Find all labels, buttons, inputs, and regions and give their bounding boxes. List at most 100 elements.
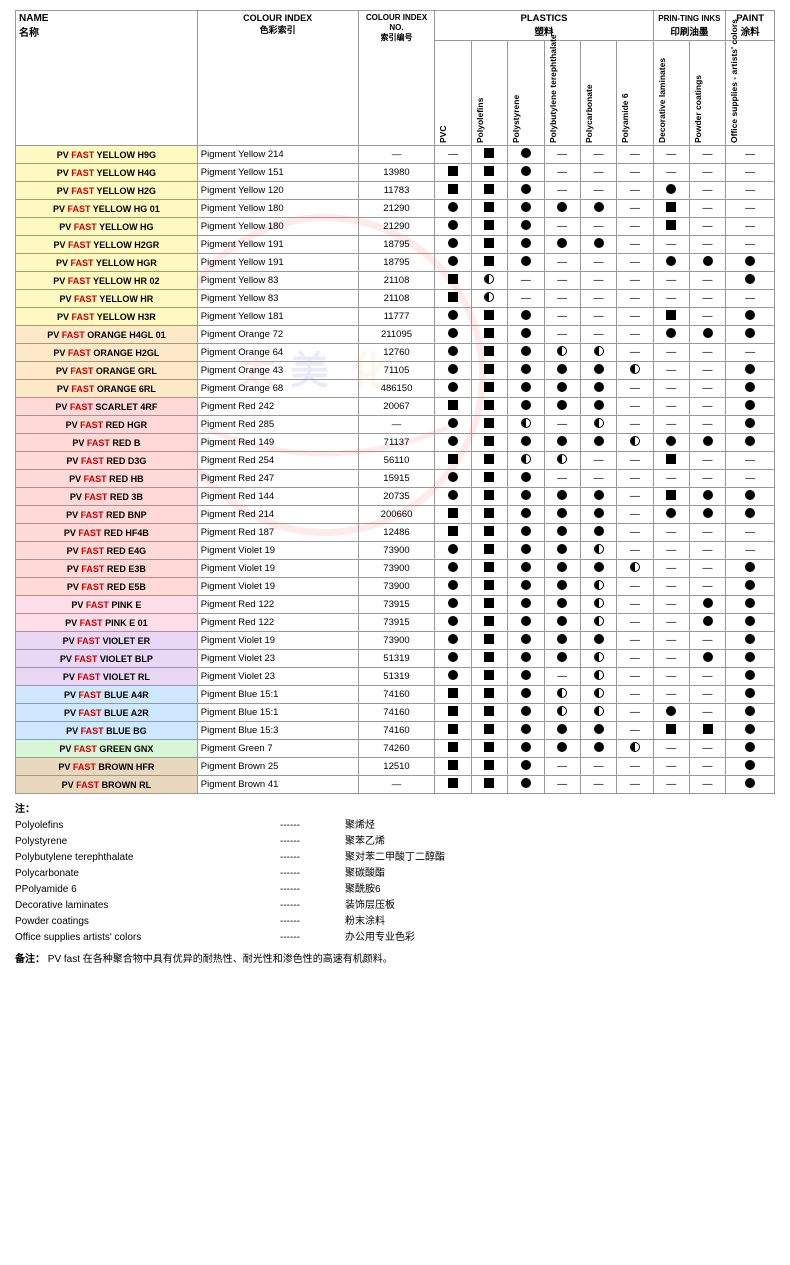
- footer-notes: 注： Polyolefins ------ 聚烯烃 Polystyrene --…: [15, 802, 775, 968]
- colour-index: Pigment Brown 41: [197, 776, 358, 794]
- value-cell: —: [617, 596, 653, 614]
- dash: —: [666, 167, 676, 178]
- value-cell: [435, 758, 471, 776]
- dash: —: [557, 473, 567, 484]
- value-cell: [508, 362, 544, 380]
- filled-circle: [521, 742, 531, 752]
- colour-index: Pigment Red 214: [197, 506, 358, 524]
- table-row: PV FAST VIOLET ERPigment Violet 1973900—…: [16, 632, 775, 650]
- table-row: PV FAST BROWN RLPigment Brown 41——————: [16, 776, 775, 794]
- value-cell: —: [689, 182, 725, 200]
- dash: —: [630, 311, 640, 322]
- value-cell: —: [653, 470, 689, 488]
- value-cell: —: [689, 398, 725, 416]
- colour-index-no: 73915: [358, 614, 435, 632]
- value-cell: [471, 740, 507, 758]
- value-cell: —: [544, 146, 580, 164]
- colour-index-no: 15915: [358, 470, 435, 488]
- value-cell: [471, 722, 507, 740]
- filled-circle: [703, 652, 713, 662]
- filled-square: [666, 724, 676, 734]
- filled-circle: [521, 148, 531, 158]
- filled-circle: [745, 634, 755, 644]
- value-cell: [508, 614, 544, 632]
- dash: —: [521, 293, 531, 304]
- filled-circle: [521, 670, 531, 680]
- product-name: PV FAST YELLOW HR 02: [16, 272, 198, 290]
- value-cell: [617, 362, 653, 380]
- colour-index: Pigment Red 285: [197, 416, 358, 434]
- value-cell: [471, 596, 507, 614]
- value-cell: [726, 614, 775, 632]
- dash: —: [666, 761, 676, 772]
- filled-circle: [448, 544, 458, 554]
- filled-square: [484, 724, 494, 734]
- filled-circle: [594, 526, 604, 536]
- half-circle: [630, 364, 640, 374]
- col-office: Office supplies - artists' colors: [726, 41, 775, 146]
- dash: —: [594, 221, 604, 232]
- value-cell: —: [617, 470, 653, 488]
- filled-circle: [521, 166, 531, 176]
- value-cell: —: [544, 164, 580, 182]
- value-cell: [435, 452, 471, 470]
- value-cell: [508, 632, 544, 650]
- half-circle: [630, 562, 640, 572]
- filled-circle: [521, 724, 531, 734]
- half-circle: [594, 652, 604, 662]
- colour-index-no: 21290: [358, 218, 435, 236]
- filled-circle: [745, 760, 755, 770]
- filled-circle: [745, 688, 755, 698]
- value-cell: [435, 398, 471, 416]
- value-cell: [544, 650, 580, 668]
- value-cell: —: [726, 182, 775, 200]
- dash: —: [745, 185, 755, 196]
- value-cell: [726, 758, 775, 776]
- filled-circle: [745, 310, 755, 320]
- filled-circle: [745, 652, 755, 662]
- value-cell: —: [689, 776, 725, 794]
- colour-index-no: 20067: [358, 398, 435, 416]
- dash: —: [630, 491, 640, 502]
- footnote-en: Decorative laminates: [15, 898, 275, 914]
- colour-index-no: 73915: [358, 596, 435, 614]
- dash: —: [666, 527, 676, 538]
- filled-circle: [448, 382, 458, 392]
- dash: —: [666, 581, 676, 592]
- dash: —: [745, 239, 755, 250]
- footnote-row: Polystyrene ------ 聚苯乙烯: [15, 834, 775, 850]
- product-name: PV FAST RED D3G: [16, 452, 198, 470]
- plastics-header: PLASTICS 塑料: [435, 11, 653, 41]
- filled-circle: [521, 202, 531, 212]
- value-cell: —: [689, 542, 725, 560]
- filled-circle: [745, 580, 755, 590]
- colour-index: Pigment Blue 15:1: [197, 704, 358, 722]
- dash: —: [630, 257, 640, 268]
- value-cell: [435, 596, 471, 614]
- table-row: PV FAST YELLOW H3RPigment Yellow 1811177…: [16, 308, 775, 326]
- dash: —: [521, 275, 531, 286]
- value-cell: [435, 326, 471, 344]
- dash: —: [703, 635, 713, 646]
- value-cell: [508, 740, 544, 758]
- filled-square: [484, 184, 494, 194]
- dash: —: [703, 221, 713, 232]
- value-cell: —: [617, 632, 653, 650]
- colour-index: Pigment Red 247: [197, 470, 358, 488]
- filled-circle: [745, 274, 755, 284]
- product-name: PV FAST ORANGE GRL: [16, 362, 198, 380]
- value-cell: [508, 560, 544, 578]
- product-name: PV FAST YELLOW H3R: [16, 308, 198, 326]
- filled-circle: [521, 562, 531, 572]
- value-cell: —: [544, 290, 580, 308]
- value-cell: —: [689, 560, 725, 578]
- value-cell: —: [689, 632, 725, 650]
- product-name: PV FAST ORANGE H2GL: [16, 344, 198, 362]
- value-cell: [617, 740, 653, 758]
- footnote-cn: 粉末涂料: [345, 914, 385, 930]
- filled-circle: [594, 202, 604, 212]
- value-cell: [653, 704, 689, 722]
- footnote-dashes: ------: [280, 930, 340, 946]
- value-cell: [471, 686, 507, 704]
- value-cell: [471, 470, 507, 488]
